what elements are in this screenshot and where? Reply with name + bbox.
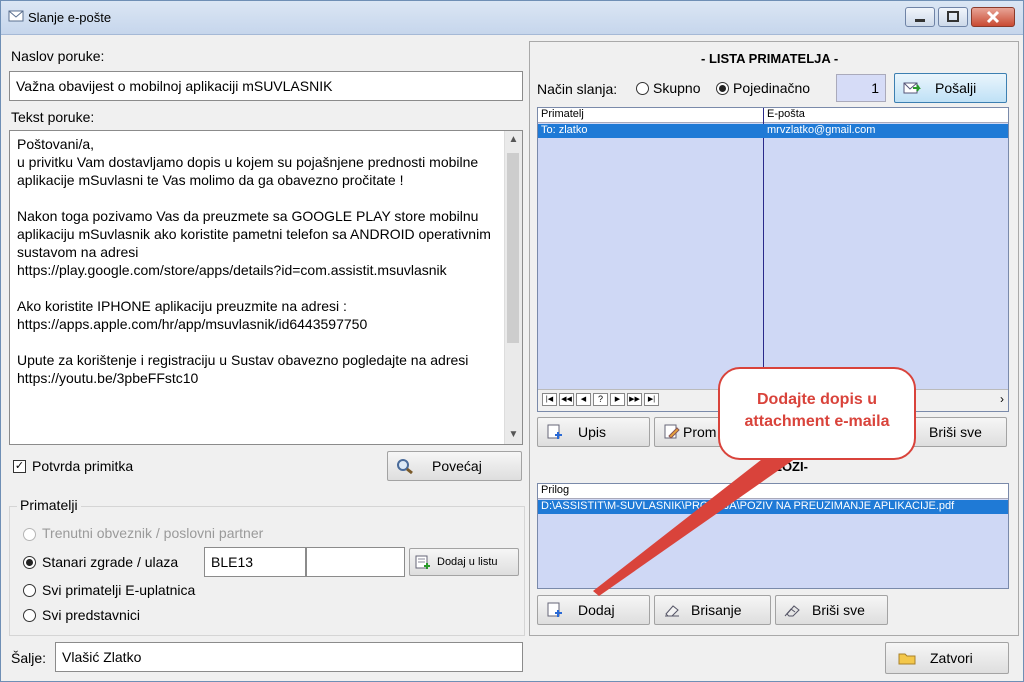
callout-line1: Dodajte dopis u (757, 391, 877, 408)
callout-arrow (593, 456, 799, 596)
callout-bubble: Dodajte dopis u attachment e-maila (718, 367, 916, 460)
callout-line2: attachment e-maila (744, 413, 890, 430)
email-window: Slanje e-pošte Naslov poruke: Važna obav… (0, 0, 1024, 682)
